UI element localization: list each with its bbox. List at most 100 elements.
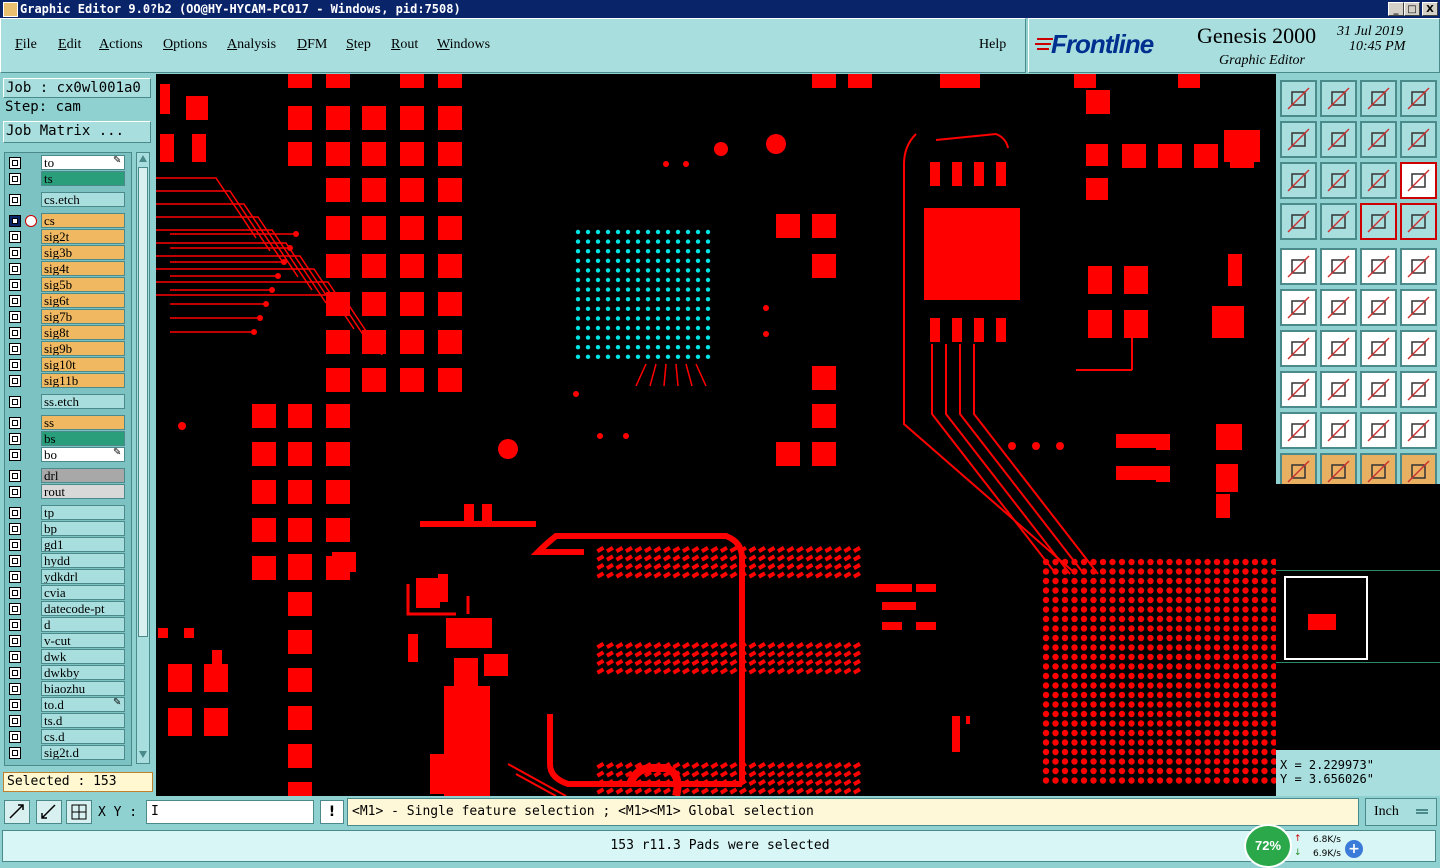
outline-icon[interactable] — [1320, 248, 1357, 285]
layer-row-sig9b[interactable]: sig9b — [7, 341, 125, 357]
scroll-up-icon[interactable] — [139, 155, 147, 162]
layer-row-cs.d[interactable]: cs.d — [7, 729, 125, 745]
layer-row-sig5b[interactable]: sig5b — [7, 277, 125, 293]
menu-file[interactable]: File — [15, 37, 37, 53]
layer-row-cs.etch[interactable]: cs.etch — [7, 192, 125, 208]
layer-name[interactable]: sig6t — [41, 293, 125, 308]
scroll-down-icon[interactable] — [139, 751, 147, 758]
layer-checkbox[interactable] — [9, 295, 21, 307]
layer-row-bp[interactable]: bp — [7, 521, 125, 537]
menu-actions[interactable]: Actions — [99, 37, 143, 53]
layer-checkbox[interactable] — [9, 396, 21, 408]
add-line-icon[interactable] — [1280, 330, 1317, 367]
layer-checkbox[interactable] — [9, 619, 21, 631]
select-pad-icon[interactable] — [1400, 248, 1437, 285]
fit-top-icon[interactable] — [1280, 80, 1317, 117]
pan-right-icon[interactable] — [1320, 121, 1357, 158]
layer-row-sig4t[interactable]: sig4t — [7, 261, 125, 277]
layer-name[interactable]: drl — [41, 468, 125, 483]
window-split-icon[interactable] — [1400, 80, 1437, 117]
layer-row-gd1[interactable]: gd1 — [7, 537, 125, 553]
layer-checkbox[interactable] — [9, 343, 21, 355]
group-icon[interactable] — [1400, 371, 1437, 408]
ruler-icon[interactable] — [1360, 248, 1397, 285]
layer-checkbox[interactable] — [9, 231, 21, 243]
cutout-icon[interactable] — [1400, 412, 1437, 449]
menu-rout[interactable]: Rout — [391, 37, 418, 53]
layer-row-bo[interactable]: bo ✎ — [7, 447, 125, 463]
layer-row-v-cut[interactable]: v-cut — [7, 633, 125, 649]
layer-checkbox[interactable] — [9, 359, 21, 371]
layer-checkbox[interactable] — [9, 279, 21, 291]
draw-line-icon[interactable] — [1320, 330, 1357, 367]
cross-select-icon[interactable] — [1320, 289, 1357, 326]
fit-down-icon[interactable] — [1320, 80, 1357, 117]
layer-checkbox[interactable] — [9, 507, 21, 519]
layer-row-ts.d[interactable]: ts.d — [7, 713, 125, 729]
layer-row-cvia[interactable]: cvia — [7, 585, 125, 601]
layer-name[interactable]: sig5b — [41, 277, 125, 292]
mirror-view-icon[interactable] — [1400, 121, 1437, 158]
settings-tools-icon[interactable] — [1280, 203, 1317, 240]
layer-name[interactable]: v-cut — [41, 633, 125, 648]
layer-checkbox[interactable] — [9, 555, 21, 567]
help-query-icon[interactable] — [1400, 162, 1437, 199]
layer-name[interactable]: d — [41, 617, 125, 632]
layer-row-dwkby[interactable]: dwkby — [7, 665, 125, 681]
layer-row-sig3b[interactable]: sig3b — [7, 245, 125, 261]
layer-checkbox[interactable] — [9, 247, 21, 259]
zoom-fit-icon[interactable] — [4, 800, 30, 824]
layer-row-d[interactable]: d — [7, 617, 125, 633]
dash-line-icon[interactable] — [1320, 371, 1357, 408]
layer-row-ss.etch[interactable]: ss.etch — [7, 394, 125, 410]
layer-name[interactable]: sig4t — [41, 261, 125, 276]
move-feature-icon[interactable] — [1360, 289, 1397, 326]
layer-row-bs[interactable]: bs — [7, 431, 125, 447]
layer-name[interactable]: hydd — [41, 553, 125, 568]
layer-checkbox[interactable] — [9, 683, 21, 695]
layer-name[interactable]: cs.d — [41, 729, 125, 744]
layer-name[interactable]: tp — [41, 505, 125, 520]
layer-checkbox[interactable] — [9, 433, 21, 445]
layer-row-ts[interactable]: ts — [7, 171, 125, 187]
arc-tool-icon[interactable] — [1360, 330, 1397, 367]
layer-name[interactable]: ss — [41, 415, 125, 430]
layer-checkbox[interactable] — [9, 603, 21, 615]
warning-icon[interactable]: ! — [320, 800, 344, 824]
home-view-icon[interactable] — [1360, 80, 1397, 117]
layer-name[interactable]: sig3b — [41, 245, 125, 260]
zoom-fit-icon[interactable] — [1280, 162, 1317, 199]
job-matrix-button[interactable]: Job Matrix ... — [3, 121, 151, 143]
layer-name[interactable]: sig10t — [41, 357, 125, 372]
menu-dfm[interactable]: DFM — [297, 37, 327, 53]
layer-row-rout[interactable]: rout — [7, 484, 125, 500]
pan-left-icon[interactable] — [1280, 121, 1317, 158]
layer-name[interactable]: cs — [41, 213, 125, 228]
minimap[interactable] — [1276, 484, 1440, 750]
layer-name[interactable]: sig2t.d — [41, 745, 125, 760]
surface-icon[interactable] — [1320, 412, 1357, 449]
rotate-view-icon[interactable] — [1360, 121, 1397, 158]
layer-name[interactable]: sig11b — [41, 373, 125, 388]
layer-checkbox[interactable] — [9, 571, 21, 583]
layer-row-cs[interactable]: cs — [7, 213, 125, 229]
measure-box-icon[interactable] — [1360, 371, 1397, 408]
layer-checkbox[interactable] — [9, 215, 21, 227]
layer-row-sig11b[interactable]: sig11b — [7, 373, 125, 389]
menu-edit[interactable]: Edit — [58, 37, 81, 53]
area-fill-icon[interactable] — [1360, 412, 1397, 449]
layer-row-sig10t[interactable]: sig10t — [7, 357, 125, 373]
layer-checkbox[interactable] — [9, 263, 21, 275]
layer-checkbox[interactable] — [9, 667, 21, 679]
attribute-icon[interactable] — [1280, 371, 1317, 408]
layer-row-datecode-pt[interactable]: datecode-pt — [7, 601, 125, 617]
layer-checkbox[interactable] — [9, 747, 21, 759]
measure-icon[interactable] — [36, 800, 62, 824]
layer-checkbox[interactable] — [9, 731, 21, 743]
layer-checkbox[interactable] — [9, 486, 21, 498]
layer-row-sig7b[interactable]: sig7b — [7, 309, 125, 325]
layer-name[interactable]: biaozhu — [41, 681, 125, 696]
layer-row-to.d[interactable]: to.d ✎ — [7, 697, 125, 713]
layer-name[interactable]: bp — [41, 521, 125, 536]
layer-name[interactable]: ss.etch — [41, 394, 125, 409]
